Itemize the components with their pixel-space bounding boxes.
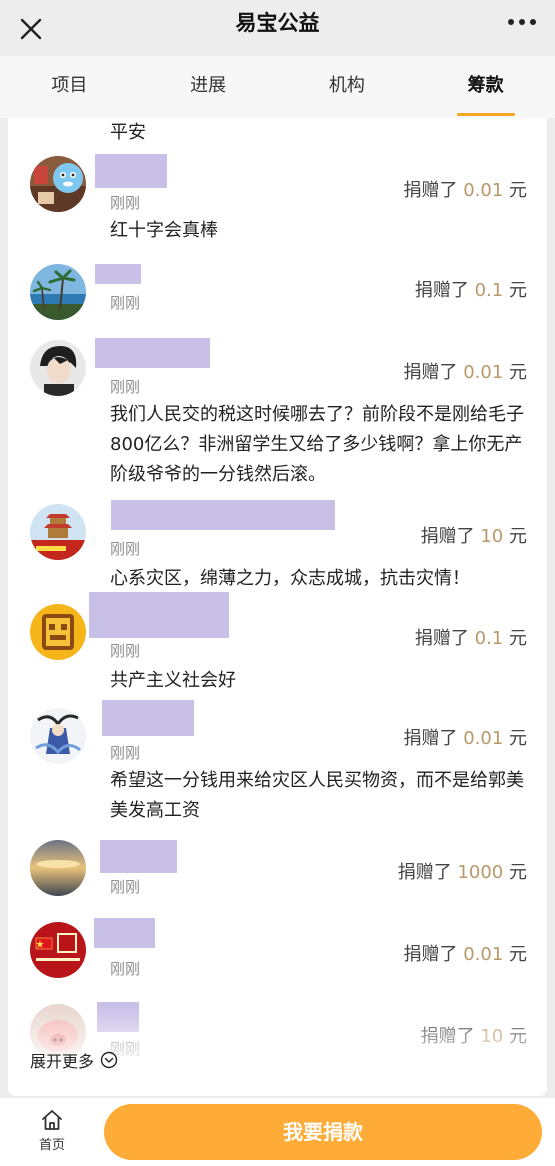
donation-amount: 捐赠了 0.1 元 <box>415 276 527 302</box>
tab-project[interactable]: 项目 <box>0 56 139 118</box>
amount-unit: 元 <box>509 728 527 749</box>
donation-time: 刚刚 <box>110 540 141 558</box>
redacted-username <box>95 264 141 284</box>
donation-amount: 捐赠了 10 元 <box>421 1022 527 1048</box>
avatar[interactable] <box>30 264 86 320</box>
donation-amount: 捐赠了 10 元 <box>421 522 527 548</box>
donation-comment: 我们人民交的税这时候哪去了？前阶段不是刚给毛子800亿么？非洲留学生又给了多少钱… <box>110 404 524 485</box>
donation-comment: 共产主义社会好 <box>110 670 236 691</box>
donation-amount: 捐赠了 0.01 元 <box>403 176 527 202</box>
amount-value: 1000 <box>457 862 504 883</box>
donation-time: 刚刚 <box>110 744 141 762</box>
donation-comment: 平安 <box>110 122 146 143</box>
amount-prefix: 捐赠了 <box>403 944 458 965</box>
donation-amount: 捐赠了 0.1 元 <box>415 624 527 650</box>
amount-unit: 元 <box>509 526 527 547</box>
redacted-username <box>111 500 335 530</box>
redacted-username <box>95 338 210 368</box>
avatar[interactable] <box>30 340 86 396</box>
redacted-username <box>100 840 177 873</box>
donation-time: 刚刚 <box>110 878 141 896</box>
amount-prefix: 捐赠了 <box>403 362 458 383</box>
redacted-username <box>94 918 155 948</box>
avatar[interactable] <box>30 840 86 896</box>
avatar[interactable] <box>30 922 86 978</box>
donation-comment: 希望这一分钱用来给灾区人民买物资，而不是给郭美美发高工资 <box>110 770 524 821</box>
amount-unit: 元 <box>509 180 527 201</box>
top-bar: 易宝公益 <box>0 0 555 56</box>
amount-value: 10 <box>480 1026 504 1047</box>
redacted-username <box>102 700 194 736</box>
tab-bar: 项目 进展 机构 筹款 <box>0 56 555 118</box>
more-dots-icon <box>508 19 536 25</box>
donation-time: 刚刚 <box>110 960 141 978</box>
donation-list: 平安 刚刚 捐赠了 0.01 元 红十字会真棒 刚刚 捐赠了 0.1 元 刚刚 … <box>8 118 547 1096</box>
amount-prefix: 捐赠了 <box>397 862 452 883</box>
amount-value: 10 <box>480 526 504 547</box>
bottom-bar: 首页 我要捐款 <box>0 1098 555 1166</box>
close-icon <box>20 18 42 40</box>
redacted-username <box>97 1002 139 1032</box>
amount-prefix: 捐赠了 <box>414 280 469 301</box>
amount-value: 0.1 <box>474 628 504 649</box>
amount-unit: 元 <box>509 628 527 649</box>
avatar[interactable] <box>30 708 86 764</box>
page-title: 易宝公益 <box>235 11 320 35</box>
amount-unit: 元 <box>509 1026 527 1047</box>
donation-amount: 捐赠了 0.01 元 <box>403 940 527 966</box>
amount-value: 0.01 <box>463 728 504 749</box>
home-icon <box>42 1110 62 1130</box>
avatar[interactable] <box>30 604 86 660</box>
donation-amount: 捐赠了 0.01 元 <box>403 358 527 384</box>
home-label: 首页 <box>38 1138 65 1153</box>
donate-button[interactable]: 我要捐款 <box>104 1104 542 1160</box>
tab-fundraising[interactable]: 筹款 <box>416 56 555 118</box>
redacted-username <box>89 592 229 638</box>
expand-more-label: 展开更多 <box>30 1052 95 1071</box>
amount-prefix: 捐赠了 <box>403 180 458 201</box>
expand-more-button[interactable]: 展开更多 <box>30 1048 118 1072</box>
donation-time: 刚刚 <box>110 194 141 212</box>
amount-value: 0.01 <box>463 944 504 965</box>
donation-comment: 红十字会真棒 <box>110 220 218 241</box>
donation-time: 刚刚 <box>110 642 141 660</box>
amount-unit: 元 <box>509 944 527 965</box>
more-button[interactable] <box>501 6 545 42</box>
amount-value: 0.1 <box>474 280 504 301</box>
amount-value: 0.01 <box>463 362 504 383</box>
donation-amount: 捐赠了 0.01 元 <box>403 724 527 750</box>
donation-comment: 心系灾区，绵薄之力，众志成城，抗击灾情！ <box>110 568 470 589</box>
avatar[interactable] <box>30 156 86 212</box>
chevron-down-circle-icon <box>100 1051 118 1069</box>
amount-value: 0.01 <box>463 180 504 201</box>
close-button[interactable] <box>8 6 52 50</box>
donation-time: 刚刚 <box>110 378 141 396</box>
tab-organization[interactable]: 机构 <box>278 56 417 118</box>
amount-prefix: 捐赠了 <box>420 1026 475 1047</box>
avatar[interactable] <box>30 504 86 560</box>
amount-unit: 元 <box>509 280 527 301</box>
tab-progress[interactable]: 进展 <box>139 56 278 118</box>
amount-prefix: 捐赠了 <box>420 526 475 547</box>
donation-amount: 捐赠了 1000 元 <box>398 858 527 884</box>
amount-prefix: 捐赠了 <box>414 628 469 649</box>
home-button[interactable]: 首页 <box>20 1104 84 1160</box>
amount-unit: 元 <box>509 862 527 883</box>
redacted-username <box>95 154 167 188</box>
amount-prefix: 捐赠了 <box>403 728 458 749</box>
amount-unit: 元 <box>509 362 527 383</box>
donation-time: 刚刚 <box>110 294 141 312</box>
